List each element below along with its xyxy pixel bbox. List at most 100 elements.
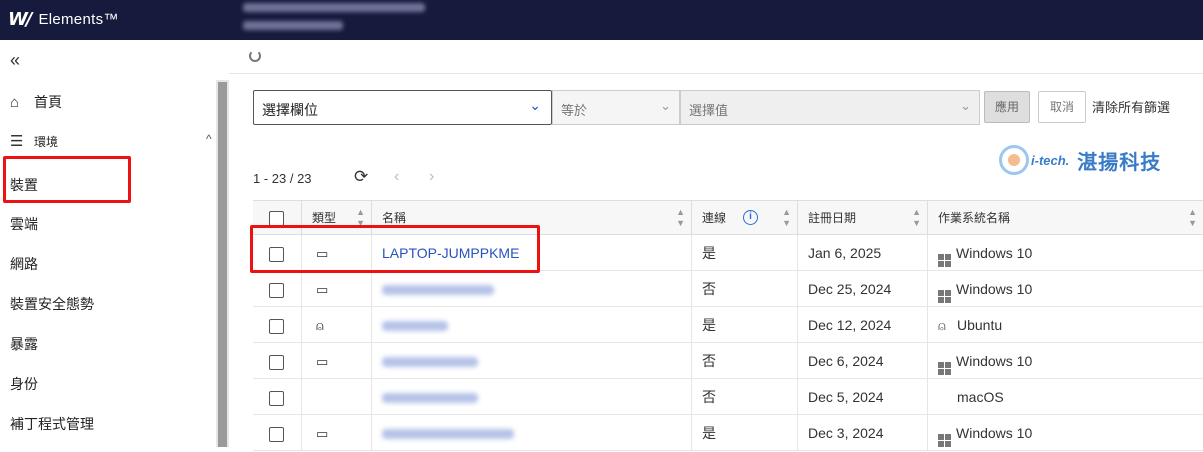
row-checkbox-cell — [253, 415, 301, 451]
filter-field-value: 選擇欄位 — [262, 102, 318, 118]
sort-icon[interactable]: ▲ ▼ — [912, 201, 921, 229]
os-cell: Windows 10 — [927, 415, 1203, 451]
registered-date-cell: Dec 5, 2024 — [797, 379, 927, 415]
type-cell: ▭ — [301, 271, 371, 307]
sidebar: « ⌂ 首頁 ☰ 環境 ^ 裝置 雲端 網路 裝置安全態勢 暴露 身份 補丁程式管理 — [0, 40, 229, 447]
windows-icon — [938, 290, 951, 303]
row-checkbox[interactable] — [269, 282, 284, 298]
column-label: 連線 — [702, 211, 727, 225]
divider — [229, 73, 1203, 74]
sort-icon[interactable]: ▲ ▼ — [782, 201, 791, 229]
linux-icon: ⍝ — [938, 318, 946, 333]
redacted-account-line-1 — [243, 3, 425, 12]
watermark-logo: i-tech. 湛揚科技 — [999, 140, 1161, 180]
column-header-online[interactable]: 連線 i ▲ ▼ — [691, 201, 797, 235]
apply-button[interactable]: 應用 — [984, 91, 1030, 123]
row-checkbox[interactable] — [269, 318, 284, 334]
column-label: 名稱 — [382, 211, 407, 225]
table-row[interactable]: ▭ 否 Dec 6, 2024 Windows 10 — [253, 343, 1203, 379]
os-name: Windows 10 — [956, 281, 1033, 297]
redacted-device-name[interactable] — [382, 357, 478, 368]
highlight-box-devices — [3, 156, 131, 203]
type-cell — [301, 379, 371, 415]
table-row[interactable]: ▭ 是 Dec 3, 2024 Windows 10 — [253, 415, 1203, 451]
linux-icon: ⍝ — [316, 318, 324, 333]
sidebar-item-label: 網路 — [10, 256, 38, 272]
registered-date-cell: Jan 6, 2025 — [797, 235, 927, 271]
row-checkbox-cell — [253, 307, 301, 343]
filter-value-select[interactable]: 選擇值 ⌄ — [680, 90, 980, 125]
column-label: 註冊日期 — [808, 211, 857, 225]
redacted-device-name[interactable] — [382, 321, 448, 332]
clear-filters-link[interactable]: 清除所有篩選 — [1092, 97, 1170, 116]
row-checkbox-cell — [253, 343, 301, 379]
chevron-down-icon: ⌄ — [660, 98, 671, 113]
list-icon: ☰ — [10, 133, 24, 150]
sidebar-item-home[interactable]: ⌂ 首頁 — [10, 92, 62, 112]
main-content: 選擇欄位 ⌄ 等於 ⌄ 選擇值 ⌄ 應用 取消 清除所有篩選 i-tech. 湛… — [229, 40, 1203, 451]
row-checkbox[interactable] — [269, 390, 284, 406]
sidebar-item-label: 身份 — [10, 376, 38, 392]
watermark-name: 湛揚科技 — [1077, 151, 1162, 174]
collapse-sidebar-icon[interactable]: « — [10, 50, 20, 71]
sidebar-item-network[interactable]: 網路 — [10, 254, 38, 274]
column-header-os[interactable]: 作業系統名稱 ▲ ▼ — [927, 201, 1203, 235]
sidebar-item-label: 雲端 — [10, 216, 38, 232]
name-cell — [371, 415, 691, 451]
table-row[interactable]: ⍝ 是 Dec 12, 2024 ⍝ Ubuntu — [253, 307, 1203, 343]
sidebar-scroll-thumb[interactable] — [218, 82, 227, 447]
filter-field-select[interactable]: 選擇欄位 ⌄ — [253, 90, 552, 125]
redacted-device-name[interactable] — [382, 429, 514, 440]
redacted-device-name[interactable] — [382, 393, 478, 404]
sidebar-item-label: 首頁 — [34, 94, 62, 110]
registered-date-cell: Dec 6, 2024 — [797, 343, 927, 379]
chevron-right-icon[interactable]: › — [429, 168, 434, 186]
os-name: Windows 10 — [956, 425, 1033, 441]
online-cell: 是 — [691, 307, 797, 343]
sidebar-item-cloud[interactable]: 雲端 — [10, 214, 38, 234]
table-row[interactable]: 否 Dec 5, 2024 macOS — [253, 379, 1203, 415]
online-cell: 是 — [691, 235, 797, 271]
filter-operator-value: 等於 — [561, 103, 588, 118]
type-cell: ▭ — [301, 415, 371, 451]
sort-icon[interactable]: ▲ ▼ — [676, 201, 685, 229]
desktop-icon: ▭ — [316, 282, 329, 297]
filter-operator-select[interactable]: 等於 ⌄ — [552, 90, 680, 125]
os-name: Windows 10 — [956, 245, 1033, 261]
sidebar-item-identity[interactable]: 身份 — [10, 374, 38, 394]
name-cell — [371, 343, 691, 379]
column-header-registered[interactable]: 註冊日期 ▲ ▼ — [797, 201, 927, 235]
cancel-button[interactable]: 取消 — [1038, 91, 1086, 123]
os-name: macOS — [957, 389, 1004, 405]
os-cell: macOS — [927, 379, 1203, 415]
type-cell: ⍝ — [301, 307, 371, 343]
app-name: Elements™ — [38, 10, 119, 28]
sidebar-item-environment[interactable]: ☰ 環境 ^ — [10, 132, 220, 150]
sidebar-item-device-posture[interactable]: 裝置安全態勢 — [10, 294, 94, 314]
sidebar-item-exposure[interactable]: 暴露 — [10, 334, 38, 354]
filter-value-placeholder: 選擇值 — [689, 103, 729, 118]
name-cell — [371, 307, 691, 343]
refresh-icon[interactable]: ⟳ — [354, 167, 368, 187]
app-logo[interactable]: W/ Elements™ — [8, 8, 119, 30]
chevron-left-icon[interactable]: ‹ — [394, 168, 399, 186]
row-checkbox-cell — [253, 379, 301, 415]
sort-icon[interactable]: ▲ ▼ — [1188, 201, 1197, 229]
info-icon[interactable]: i — [743, 210, 758, 225]
registered-date-cell: Dec 3, 2024 — [797, 415, 927, 451]
os-name: Windows 10 — [956, 353, 1033, 369]
row-checkbox[interactable] — [269, 426, 284, 442]
table-row[interactable]: ▭ 否 Dec 25, 2024 Windows 10 — [253, 271, 1203, 307]
registered-date-cell: Dec 25, 2024 — [797, 271, 927, 307]
sidebar-item-patch-management[interactable]: 補丁程式管理 — [10, 414, 94, 434]
redacted-account-line-2 — [243, 21, 343, 30]
top-bar: W/ Elements™ — [0, 0, 1203, 40]
windows-icon — [938, 254, 951, 267]
loading-spinner-icon — [249, 50, 261, 62]
windows-icon — [938, 362, 951, 375]
row-checkbox[interactable] — [269, 354, 284, 370]
windows-icon — [938, 434, 951, 447]
chevron-down-icon: ⌄ — [960, 98, 971, 113]
name-cell — [371, 271, 691, 307]
redacted-device-name[interactable] — [382, 285, 494, 296]
